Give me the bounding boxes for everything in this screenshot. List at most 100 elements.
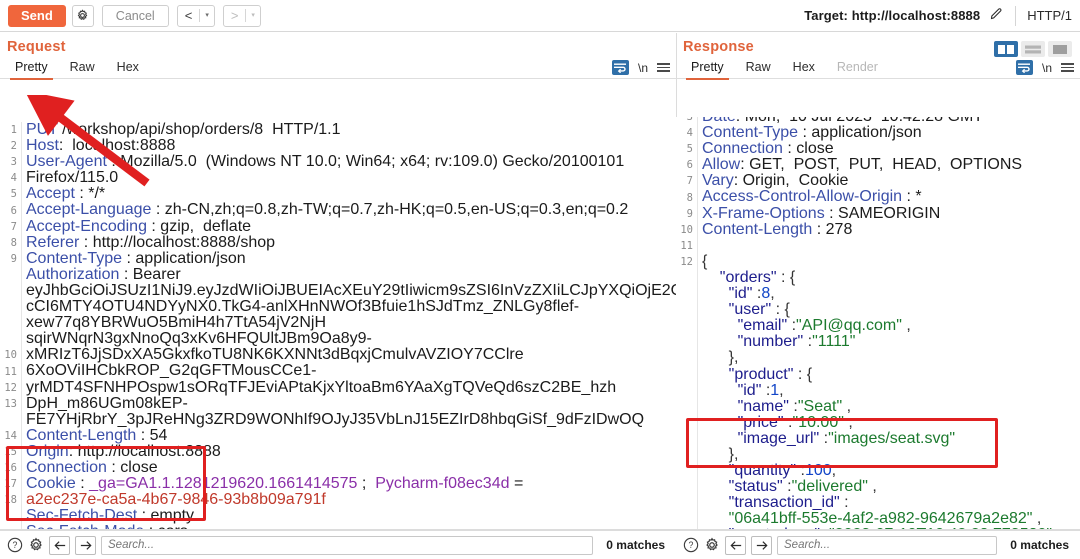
line-number: 14 — [4, 429, 17, 442]
line-number: 3 — [686, 117, 693, 123]
line-number: 4 — [10, 172, 17, 185]
layout-single-pane-button[interactable] — [1048, 41, 1072, 57]
code-line: Content-Type : application/json — [702, 124, 922, 142]
request-tab-hex[interactable]: Hex — [106, 57, 150, 79]
response-match-count: 0 matches — [1010, 538, 1069, 552]
response-tab-render[interactable]: Render — [826, 57, 889, 79]
line-number: 11 — [680, 239, 693, 252]
line-number: 10 — [4, 349, 17, 362]
request-panel-title: Request — [7, 39, 66, 55]
response-search-back-button[interactable] — [725, 535, 746, 555]
request-search-forward-button[interactable] — [75, 535, 96, 555]
code-line: User-Agent : Mozilla/5.0 (Windows NT 10.… — [26, 153, 625, 187]
code-line: eyJhbGciOiJSUzI1NiJ9.eyJzdWIiOiJBUEIAcXE… — [26, 281, 676, 299]
code-line: "price" :"10.00" , — [737, 413, 853, 431]
edit-target-button[interactable] — [989, 6, 1004, 26]
code-line: X-Frame-Options : SAMEORIGIN — [702, 204, 941, 222]
svg-text:?: ? — [689, 540, 694, 550]
response-newline-button[interactable]: \n — [1042, 61, 1052, 75]
word-wrap-icon — [1018, 63, 1031, 73]
code-line: Origin: http://localhost:8888 — [26, 442, 221, 460]
prev-request-button[interactable]: < ▾ — [176, 4, 215, 27]
word-wrap-icon — [614, 63, 627, 73]
code-line: Accept-Encoding : gzip, deflate — [26, 217, 252, 235]
code-line: 6XoOViIHCbkROP_G2qGFTMousCCe1-yrMDT4SFNH… — [26, 362, 617, 396]
arrow-right-icon — [756, 540, 768, 550]
response-search-input[interactable] — [777, 535, 998, 555]
code-line: sqirWNqrN3gxNnoQq3xKv6HFQUltJBm9Oa8y9-xM… — [26, 330, 524, 364]
code-line: Authorization : Bearer — [26, 265, 181, 283]
code-line: "name" :"Seat" , — [737, 397, 852, 415]
response-status-bar: ? 0 matches — [676, 530, 1080, 559]
line-number: 2 — [10, 140, 17, 153]
request-search-back-button[interactable] — [49, 535, 70, 555]
code-line: Host: localhost:8888 — [26, 137, 176, 155]
code-line: "id" :1, — [737, 381, 784, 399]
code-line: Referer : http://localhost:8888/shop — [26, 233, 276, 251]
line-number: 6 — [10, 204, 17, 217]
help-icon: ? — [683, 537, 699, 553]
request-newline-button[interactable]: \n — [638, 61, 648, 75]
code-line: Allow: GET, POST, PUT, HEAD, OPTIONS — [702, 156, 1023, 174]
line-number: 17 — [4, 478, 17, 491]
hamburger-menu-icon — [657, 63, 670, 65]
svg-text:?: ? — [13, 540, 18, 550]
code-line: Vary: Origin, Cookie — [702, 172, 849, 190]
line-number: 4 — [686, 127, 693, 140]
request-help-button[interactable]: ? — [7, 537, 23, 553]
code-line: PUT /workshop/api/shop/orders/8 HTTP/1.1 — [26, 122, 341, 138]
code-line: cCI6MTY4OTU4NDYyNX0.TkG4-anlXHnNWOf3Bfui… — [26, 298, 580, 332]
response-help-button[interactable]: ? — [683, 537, 699, 553]
code-line: Accept : */* — [26, 185, 106, 203]
response-tab-hex[interactable]: Hex — [782, 57, 826, 79]
code-line: { — [702, 252, 708, 270]
request-tab-row: Pretty Raw Hex \n — [0, 57, 676, 80]
request-word-wrap-button[interactable] — [611, 60, 629, 75]
layout-toggle-group — [994, 41, 1072, 57]
target-label: Target: http://localhost:8888 — [804, 8, 981, 23]
cancel-button[interactable]: Cancel — [101, 4, 169, 27]
line-number: 1 — [10, 124, 17, 136]
code-line: "06a41bff-553e-4af2-a982-9642679a2e82" , — [728, 510, 1042, 528]
layout-stacked-button[interactable] — [1021, 41, 1045, 57]
request-search-input[interactable] — [101, 535, 594, 555]
request-tab-pretty[interactable]: Pretty — [4, 57, 59, 80]
request-panel: Request Pretty Raw Hex \n 1234 5 6 7 8 9… — [0, 33, 676, 559]
next-request-button[interactable]: > ▾ — [222, 4, 261, 27]
code-line: "product" : { — [728, 365, 813, 383]
code-line: "transaction_id" : — [728, 494, 849, 512]
line-number: 18 — [4, 494, 17, 507]
line-number: 5 — [686, 143, 693, 156]
response-search-forward-button[interactable] — [751, 535, 772, 555]
request-tab-raw[interactable]: Raw — [59, 57, 106, 79]
code-line: "user" : { — [728, 301, 790, 319]
chevron-down-icon: ▾ — [205, 11, 209, 19]
response-lines: Date: Mon, 10 Jul 2023 10:42:28 GMTConte… — [702, 117, 1078, 530]
request-menu-button[interactable] — [657, 63, 670, 72]
response-tab-row: Pretty Raw Hex Render \n — [676, 57, 1080, 80]
request-editor[interactable]: 12345678910111213141516171819 PUT /works… — [0, 122, 676, 530]
arrow-left-icon — [53, 540, 65, 550]
code-line: "id" :8, — [728, 285, 775, 303]
response-tab-pretty[interactable]: Pretty — [680, 57, 735, 80]
code-line: "status" :"delivered" , — [728, 478, 877, 496]
response-settings-icon-button[interactable] — [704, 537, 720, 553]
response-menu-button[interactable] — [1061, 63, 1074, 72]
code-line: "number" :"1111" — [737, 333, 856, 351]
response-word-wrap-button[interactable] — [1015, 60, 1033, 75]
send-button[interactable]: Send — [8, 4, 66, 27]
request-settings-button[interactable] — [71, 4, 94, 27]
code-line: Accept-Language : zh-CN,zh;q=0.8,zh-TW;q… — [26, 201, 629, 219]
response-panel: Response Pretty Raw Hex Render \n 3 4 5 … — [676, 33, 1080, 559]
request-settings-icon-button[interactable] — [28, 537, 44, 553]
arrow-right-icon — [80, 540, 92, 550]
response-editor[interactable]: 3 4 5 6 7 8 9 10 11 12 Date: Mon, 10 Jul 2023 10:… — [676, 117, 1080, 530]
code-line: Connection : close — [702, 140, 834, 158]
gear-icon — [78, 9, 88, 20]
layout-side-by-side-button[interactable] — [994, 41, 1018, 57]
http-version-label: HTTP/1 — [1027, 8, 1072, 23]
code-line: DpH_m86UGm08kEP-FE7YHjRbrY_3pJReHNg3ZRD9… — [26, 394, 645, 428]
line-number: 8 — [10, 236, 17, 249]
response-tab-raw[interactable]: Raw — [735, 57, 782, 79]
